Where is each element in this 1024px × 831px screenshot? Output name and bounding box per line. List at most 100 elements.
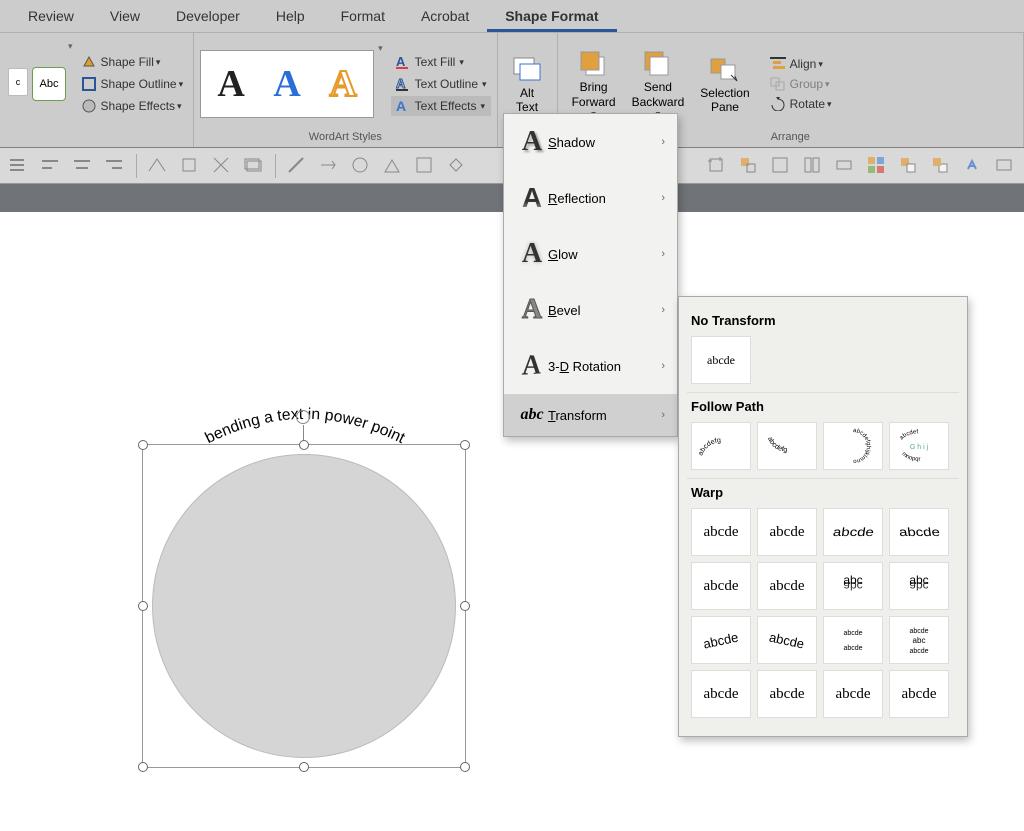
rotate-handle[interactable] bbox=[296, 410, 310, 424]
qat-icon[interactable] bbox=[994, 155, 1016, 177]
qat-icon[interactable] bbox=[738, 155, 760, 177]
shape-style-1[interactable]: c bbox=[8, 68, 28, 96]
fx-3d-rotation[interactable]: A 3-D Rotation› bbox=[504, 338, 677, 394]
fx-bevel[interactable]: A Bevel› bbox=[504, 282, 677, 338]
qat-icon[interactable] bbox=[147, 155, 169, 177]
qat-icon[interactable] bbox=[179, 155, 201, 177]
warp-header: Warp bbox=[691, 485, 955, 500]
qat-icon[interactable] bbox=[770, 155, 792, 177]
group-button[interactable]: Group▾ bbox=[766, 75, 836, 93]
resize-handle[interactable] bbox=[460, 601, 470, 611]
svg-text:abcde: abcde bbox=[843, 645, 862, 652]
qat-icon[interactable] bbox=[211, 155, 233, 177]
qat-icon[interactable] bbox=[866, 155, 888, 177]
svg-text:A: A bbox=[396, 54, 406, 69]
warp-opt[interactable]: abcde abcde bbox=[823, 616, 883, 664]
qat-icon[interactable] bbox=[318, 155, 340, 177]
qat-icon[interactable] bbox=[8, 155, 30, 177]
qat-icon[interactable] bbox=[802, 155, 824, 177]
svg-text:abcde: abcde bbox=[909, 648, 928, 655]
qat-icon[interactable] bbox=[243, 155, 265, 177]
resize-handle[interactable] bbox=[299, 440, 309, 450]
warp-opt[interactable]: abcde bbox=[889, 508, 949, 556]
warp-opt[interactable]: abcde bbox=[757, 508, 817, 556]
resize-handle[interactable] bbox=[138, 601, 148, 611]
tab-shape-format[interactable]: Shape Format bbox=[487, 0, 616, 32]
warp-opt[interactable]: abcabc bbox=[889, 562, 949, 610]
send-backward-button[interactable]: Send Backward▾ bbox=[624, 46, 693, 122]
fx-reflection[interactable]: A Reflection› bbox=[504, 170, 677, 226]
svg-text:abcde: abcde bbox=[843, 630, 862, 637]
qat-icon[interactable] bbox=[382, 155, 404, 177]
warp-opt[interactable]: abcde bbox=[757, 670, 817, 718]
crop-icon[interactable] bbox=[706, 155, 728, 177]
qat-icon[interactable] bbox=[40, 155, 62, 177]
warp-opt[interactable]: abcde bbox=[691, 616, 751, 664]
warp-opt[interactable]: abcde bbox=[691, 562, 751, 610]
tab-acrobat[interactable]: Acrobat bbox=[403, 0, 487, 32]
svg-text:A: A bbox=[396, 98, 406, 114]
qat-icon[interactable] bbox=[72, 155, 94, 177]
qat-icon[interactable] bbox=[286, 155, 308, 177]
tab-format[interactable]: Format bbox=[323, 0, 403, 32]
qat-icon[interactable] bbox=[962, 155, 984, 177]
resize-handle[interactable] bbox=[460, 762, 470, 772]
qat-icon[interactable] bbox=[350, 155, 372, 177]
svg-text:mnopqr: mnopqr bbox=[900, 451, 920, 463]
warp-opt[interactable]: abcde bbox=[691, 508, 751, 556]
fx-transform[interactable]: abc Transform› bbox=[504, 394, 677, 436]
shape-outline-button[interactable]: Shape Outline▾ bbox=[77, 74, 188, 94]
shape-fill-button[interactable]: Shape Fill▾ bbox=[77, 52, 188, 72]
rotate-button[interactable]: Rotate▾ bbox=[766, 95, 836, 113]
svg-text:abcdef: abcdef bbox=[899, 429, 919, 441]
path-arc-up[interactable]: abcdefg bbox=[691, 422, 751, 470]
path-arc-down[interactable]: abcdefg bbox=[757, 422, 817, 470]
warp-opt[interactable]: abcdeabcabcde bbox=[889, 616, 949, 664]
qat-icon[interactable] bbox=[446, 155, 468, 177]
gallery-more-icon[interactable]: ▾ bbox=[68, 41, 73, 52]
align-button[interactable]: Align▾ bbox=[766, 55, 836, 73]
fx-shadow[interactable]: A Shadow› bbox=[504, 114, 677, 170]
group-wordart: A A A ▾ A Text Fill▾ A Text Outline▾ A T… bbox=[194, 33, 497, 147]
qat-icon[interactable] bbox=[414, 155, 436, 177]
svg-text:abcdefghijklmno: abcdefghijklmno bbox=[852, 428, 871, 464]
tab-developer[interactable]: Developer bbox=[158, 0, 258, 32]
warp-opt[interactable]: abcde bbox=[757, 562, 817, 610]
wordart-more-icon[interactable]: ▾ bbox=[378, 43, 383, 54]
path-circle[interactable]: abcdefghijklmno bbox=[823, 422, 883, 470]
warp-opt[interactable]: abcde bbox=[823, 508, 883, 556]
warp-opt[interactable]: abcde bbox=[691, 670, 751, 718]
tab-review[interactable]: Review bbox=[10, 0, 92, 32]
shape-effects-button[interactable]: Shape Effects▾ bbox=[77, 96, 188, 116]
wordart-gallery[interactable]: A A A bbox=[200, 50, 374, 118]
selection-pane-button[interactable]: Selection Pane bbox=[692, 52, 757, 117]
svg-text:G h i j: G h i j bbox=[910, 444, 929, 451]
warp-opt[interactable]: abcde bbox=[889, 670, 949, 718]
qat-icon[interactable] bbox=[104, 155, 126, 177]
svg-text:abc: abc bbox=[913, 636, 926, 645]
shape-style-2[interactable]: Abc bbox=[32, 67, 66, 101]
tab-view[interactable]: View bbox=[92, 0, 158, 32]
text-effects-button[interactable]: A Text Effects▾ bbox=[391, 96, 491, 116]
qat-icon[interactable] bbox=[834, 155, 856, 177]
tab-help[interactable]: Help bbox=[258, 0, 323, 32]
resize-handle[interactable] bbox=[299, 762, 309, 772]
no-transform-header: No Transform bbox=[691, 313, 955, 328]
qat-icon[interactable] bbox=[930, 155, 952, 177]
transform-none[interactable]: abcde bbox=[691, 336, 751, 384]
text-fill-button[interactable]: A Text Fill▾ bbox=[391, 52, 491, 72]
qat-icon[interactable] bbox=[898, 155, 920, 177]
warp-opt[interactable]: abcde bbox=[757, 616, 817, 664]
menu-tabs: Review View Developer Help Format Acroba… bbox=[0, 0, 1024, 33]
resize-handle[interactable] bbox=[138, 762, 148, 772]
warp-opt[interactable]: abcde bbox=[823, 670, 883, 718]
resize-handle[interactable] bbox=[460, 440, 470, 450]
warp-opt[interactable]: abcabc bbox=[823, 562, 883, 610]
fx-glow[interactable]: A Glow› bbox=[504, 226, 677, 282]
svg-text:abc: abc bbox=[843, 579, 862, 593]
alt-text-button[interactable]: Alt Text bbox=[503, 52, 551, 117]
resize-handle[interactable] bbox=[138, 440, 148, 450]
text-outline-button[interactable]: A Text Outline▾ bbox=[391, 74, 491, 94]
path-button[interactable]: abcdef G h i jmnopqr bbox=[889, 422, 949, 470]
bring-forward-button[interactable]: Bring Forward▾ bbox=[564, 46, 624, 122]
